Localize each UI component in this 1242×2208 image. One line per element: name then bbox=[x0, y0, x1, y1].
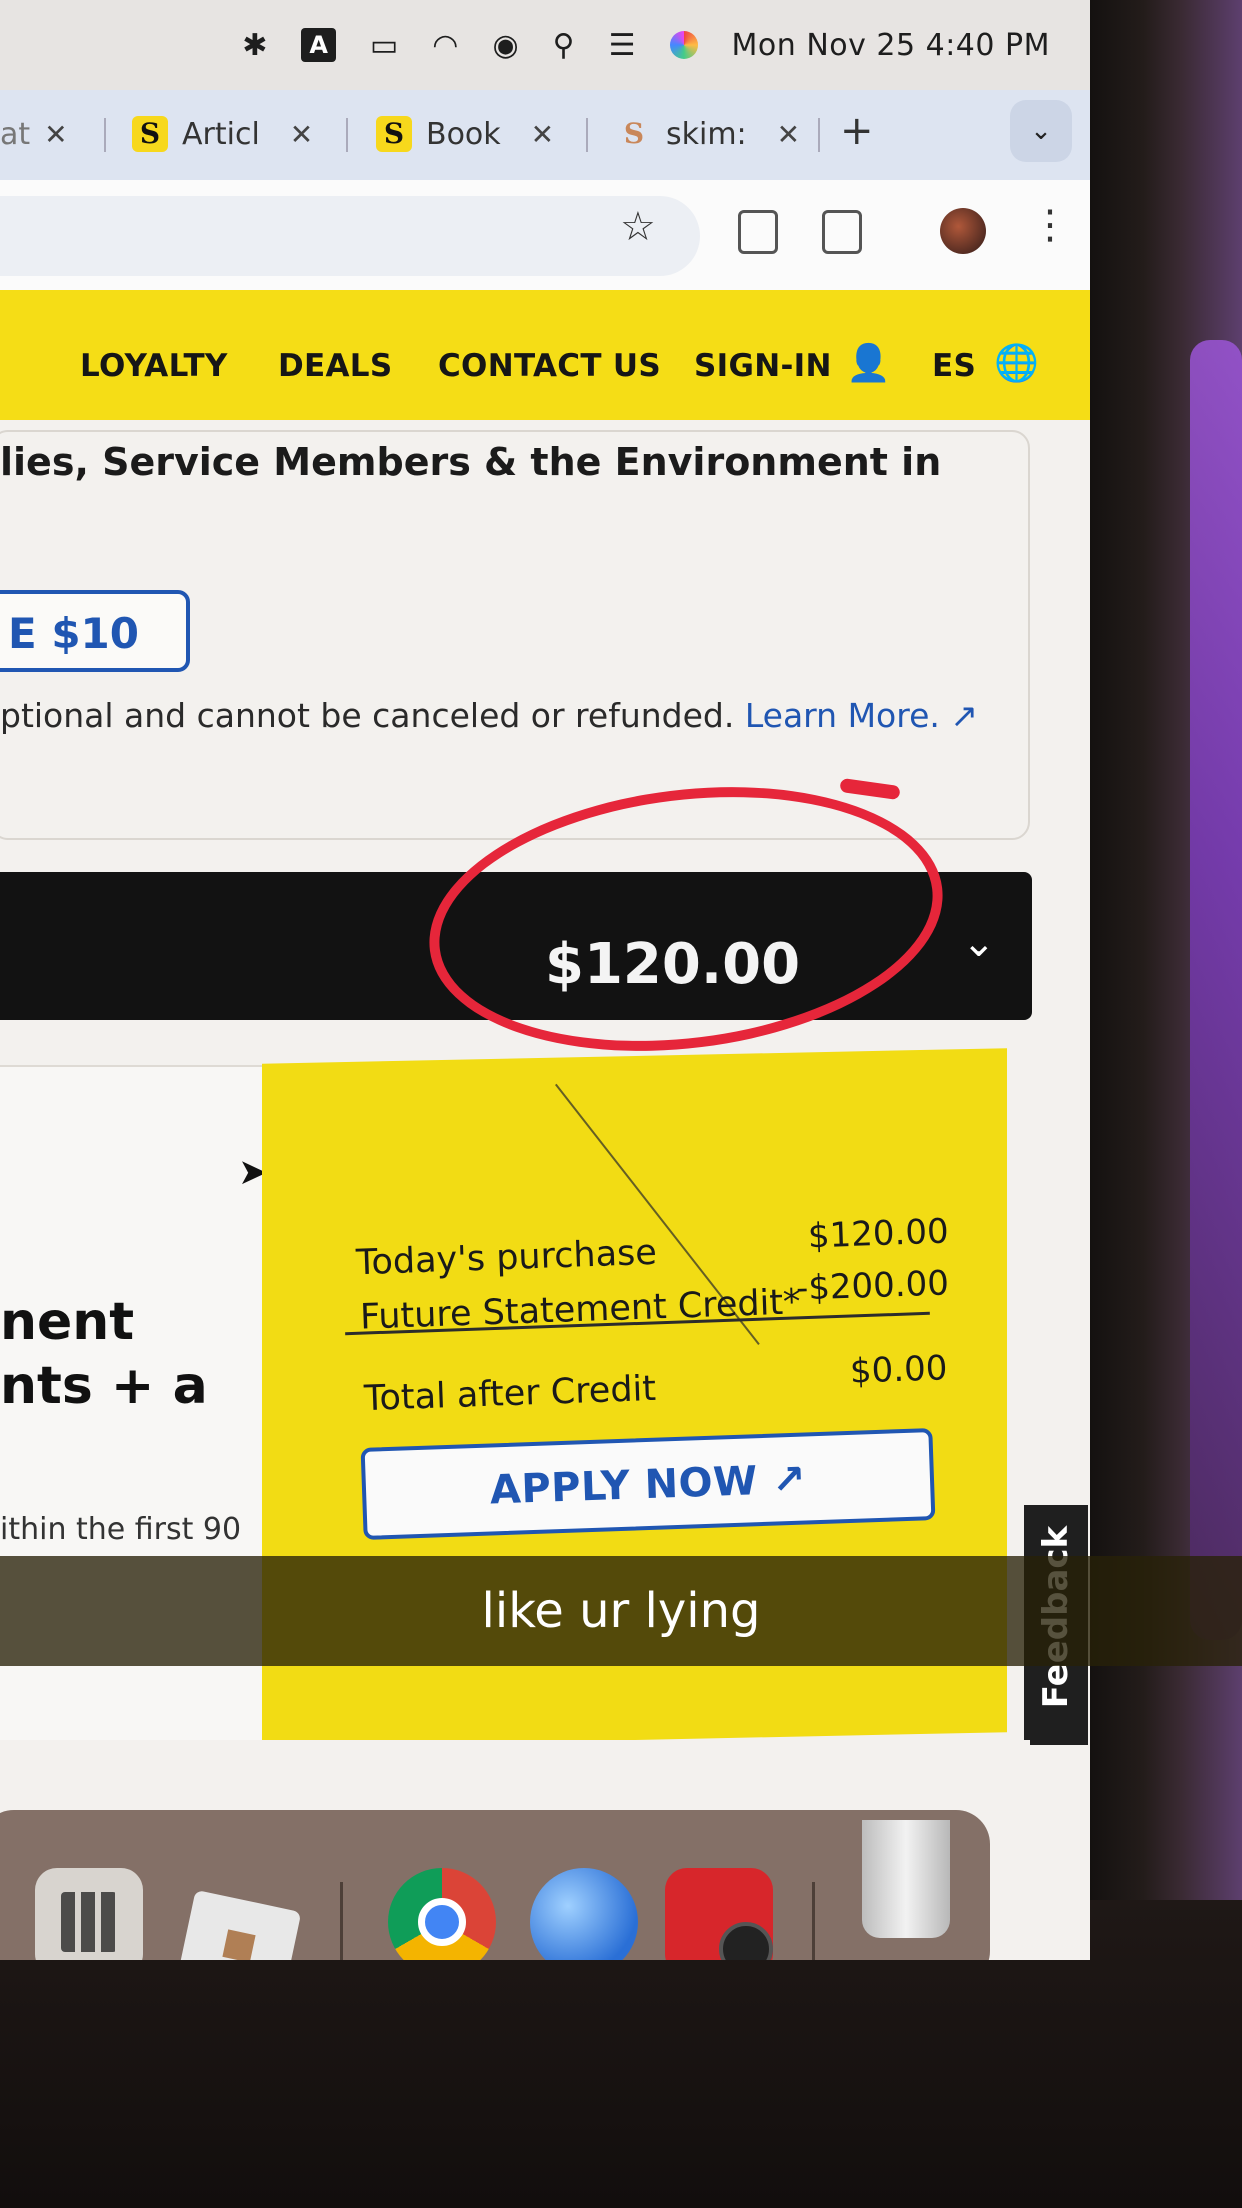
extensions-puzzle-icon[interactable] bbox=[822, 210, 862, 254]
site-favicon-icon: S bbox=[623, 117, 645, 150]
dock-separator bbox=[340, 1882, 343, 1960]
search-icon[interactable]: ⚲ bbox=[553, 28, 575, 63]
fineprint-text: ptional and cannot be canceled or refund… bbox=[0, 696, 735, 735]
nav-sign-in[interactable]: SIGN-IN bbox=[694, 348, 832, 384]
tab-separator bbox=[818, 118, 820, 152]
tab-search-button[interactable]: ⌄ bbox=[1010, 100, 1072, 162]
card-offer-title: nent nts + a bbox=[0, 1292, 208, 1416]
close-tab-icon[interactable]: ✕ bbox=[531, 118, 554, 151]
globe-icon[interactable]: 🌐 bbox=[994, 342, 1039, 384]
browser-tab[interactable]: S Articl ✕ bbox=[132, 104, 313, 164]
tab-strip: at ✕ S Articl ✕ S Book ✕ S skim: ✕ + bbox=[0, 90, 1090, 180]
tab-separator bbox=[346, 118, 348, 152]
user-icon[interactable]: 👤 bbox=[846, 342, 891, 384]
tab-title: skim: bbox=[666, 116, 747, 152]
calculator-icon[interactable] bbox=[35, 1868, 143, 1960]
external-link-icon: ↗ bbox=[771, 1456, 807, 1504]
bookmark-star-icon[interactable]: ☆ bbox=[620, 204, 656, 250]
todays-purchase-value: $120.00 bbox=[807, 1211, 950, 1257]
page-footer-area bbox=[0, 1740, 1030, 1790]
donation-headline: lies, Service Members & the Environment … bbox=[0, 440, 942, 484]
photo-booth-icon[interactable] bbox=[665, 1868, 773, 1960]
wifi-icon[interactable]: ◠ bbox=[432, 28, 458, 63]
user-account-icon[interactable]: ◉ bbox=[492, 28, 518, 63]
input-source-icon[interactable]: A bbox=[301, 28, 336, 62]
site-favicon-icon: S bbox=[132, 116, 168, 152]
dock bbox=[0, 1810, 990, 1960]
address-bar[interactable] bbox=[0, 196, 700, 276]
nav-language[interactable]: ES bbox=[932, 348, 976, 384]
browser-tab[interactable]: S skim: ✕ bbox=[616, 104, 800, 164]
site-navigation: LOYALTY DEALS CONTACT US SIGN-IN 👤 ES 🌐 bbox=[0, 290, 1090, 420]
external-link-icon: ↗ bbox=[950, 696, 979, 735]
trash-icon[interactable] bbox=[862, 1820, 950, 1938]
extension-icon[interactable] bbox=[738, 210, 778, 254]
bluetooth-icon[interactable]: ✱ bbox=[242, 28, 267, 63]
card-offer-terms: ithin the first 90 bbox=[0, 1512, 242, 1547]
background-light bbox=[1190, 340, 1242, 1640]
tab-title: Book bbox=[426, 116, 501, 152]
browser-tab[interactable]: S Book ✕ bbox=[376, 104, 554, 164]
close-tab-icon[interactable]: ✕ bbox=[290, 118, 313, 151]
nav-deals[interactable]: DEALS bbox=[278, 348, 392, 384]
new-tab-button[interactable]: + bbox=[840, 108, 874, 154]
battery-icon[interactable]: ▭ bbox=[370, 28, 398, 63]
site-favicon-icon: S bbox=[376, 116, 412, 152]
photo-caption: like ur lying bbox=[0, 1556, 1242, 1666]
nav-loyalty[interactable]: LOYALTY bbox=[80, 348, 228, 384]
tab-separator bbox=[586, 118, 588, 152]
close-tab-icon[interactable]: ✕ bbox=[44, 118, 67, 151]
tab-title: at bbox=[0, 116, 31, 152]
learn-more-link[interactable]: Learn More. ↗ bbox=[745, 696, 978, 735]
tab-separator bbox=[104, 118, 106, 152]
profile-avatar[interactable] bbox=[940, 208, 986, 254]
menu-bar-clock[interactable]: Mon Nov 25 4:40 PM bbox=[732, 28, 1050, 63]
apply-now-label: APPLY NOW bbox=[489, 1458, 759, 1514]
close-tab-icon[interactable]: ✕ bbox=[777, 118, 800, 151]
browser-toolbar: ☆ ⋮ bbox=[0, 180, 1090, 291]
dock-separator bbox=[812, 1882, 815, 1960]
chevron-down-icon[interactable]: ⌄ bbox=[962, 920, 996, 966]
statement-credit-value: -$200.00 bbox=[795, 1263, 950, 1309]
donate-amount-button[interactable]: E $10 bbox=[0, 590, 190, 672]
siri-icon[interactable] bbox=[669, 31, 698, 59]
screen: ✱ A ▭ ◠ ◉ ⚲ ☰ Mon Nov 25 4:40 PM at ✕ S … bbox=[0, 0, 1090, 1960]
tab-title: Articl bbox=[182, 116, 260, 152]
control-center-icon[interactable]: ☰ bbox=[609, 28, 636, 63]
nav-contact-us[interactable]: CONTACT US bbox=[438, 348, 661, 384]
browser-menu-icon[interactable]: ⋮ bbox=[1030, 202, 1070, 248]
menu-bar: ✱ A ▭ ◠ ◉ ⚲ ☰ Mon Nov 25 4:40 PM bbox=[0, 0, 1090, 90]
browser-tab[interactable]: at ✕ bbox=[0, 104, 68, 164]
total-after-credit-value: $0.00 bbox=[849, 1348, 949, 1392]
donation-fineprint: ptional and cannot be canceled or refund… bbox=[0, 696, 978, 735]
